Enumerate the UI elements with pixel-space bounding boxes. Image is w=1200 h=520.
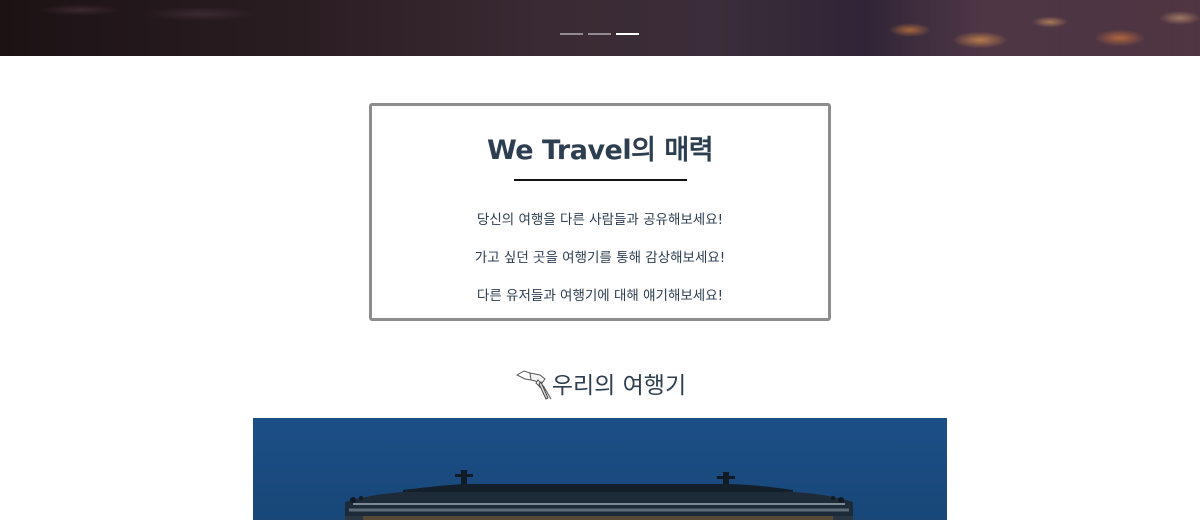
section-heading: 우리의 여행기: [0, 362, 1200, 404]
hero-banner: [0, 0, 1200, 56]
hero-background-left: [0, 0, 300, 56]
palace-roof-illustration: [253, 418, 947, 520]
section-title: 우리의 여행기: [551, 373, 687, 399]
intro-lines: 당신의 여행을 다른 사람들과 공유해보세요! 가고 싶던 곳을 여행기를 통해…: [372, 201, 828, 315]
carousel-indicator-1[interactable]: [560, 33, 583, 35]
title-underline: [513, 179, 687, 181]
palace-roof-photo[interactable]: [253, 418, 947, 520]
intro-line: 당신의 여행을 다른 사람들과 공유해보세요!: [476, 212, 724, 228]
intro-line: 다른 유저들과 여행기에 대해 얘기해보세요!: [476, 288, 724, 304]
intro-box: We Travel의 매력 당신의 여행을 다른 사람들과 공유해보세요! 가고…: [369, 103, 831, 321]
intro-title: We Travel의 매력: [486, 135, 714, 166]
carousel-indicator-3[interactable]: [616, 33, 639, 35]
carousel-indicator-2[interactable]: [588, 33, 611, 35]
quill-hand-icon: [515, 370, 552, 400]
hero-city-lights: [870, 0, 1200, 56]
intro-line: 가고 싶던 곳을 여행기를 통해 감상해보세요!: [474, 250, 726, 266]
carousel-indicators: [560, 33, 639, 35]
